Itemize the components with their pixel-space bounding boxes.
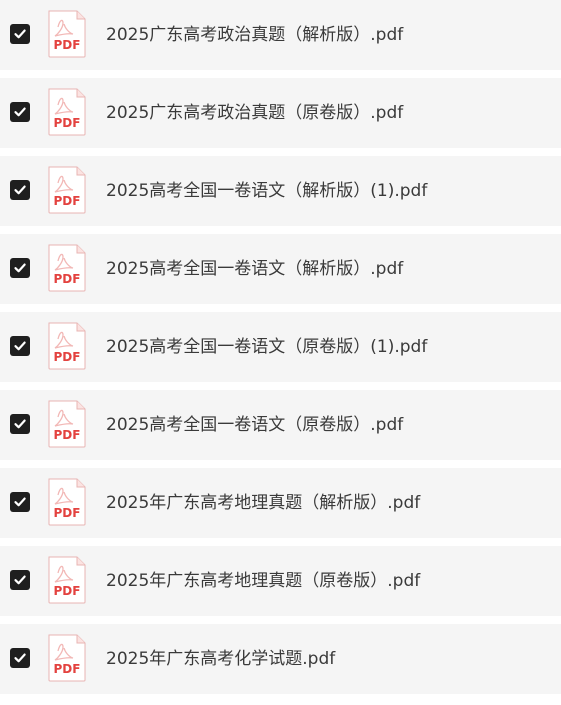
checkmark-icon — [14, 263, 26, 273]
checkmark-icon — [14, 497, 26, 507]
file-name[interactable]: 2025高考全国一卷语文（原卷版）(1).pdf — [106, 312, 427, 382]
file-row[interactable]: PDF 2025年广东高考地理真题（解析版）.pdf — [0, 468, 561, 538]
file-checkbox[interactable] — [10, 414, 30, 434]
svg-text:PDF: PDF — [54, 350, 81, 364]
file-checkbox[interactable] — [10, 180, 30, 200]
file-name[interactable]: 2025广东高考政治真题（解析版）.pdf — [106, 0, 403, 70]
file-row[interactable]: PDF 2025高考全国一卷语文（解析版）(1).pdf — [0, 156, 561, 226]
file-checkbox[interactable] — [10, 258, 30, 278]
file-checkbox[interactable] — [10, 102, 30, 122]
checkmark-icon — [14, 575, 26, 585]
file-checkbox[interactable] — [10, 492, 30, 512]
pdf-file-icon: PDF — [47, 400, 87, 448]
pdf-file-icon: PDF — [47, 478, 87, 526]
svg-text:PDF: PDF — [54, 116, 81, 130]
file-row[interactable]: PDF 2025高考全国一卷语文（原卷版）.pdf — [0, 390, 561, 460]
svg-text:PDF: PDF — [54, 194, 81, 208]
file-checkbox[interactable] — [10, 570, 30, 590]
pdf-file-icon: PDF — [47, 166, 87, 214]
checkmark-icon — [14, 653, 26, 663]
checkmark-icon — [14, 185, 26, 195]
file-name[interactable]: 2025年广东高考地理真题（解析版）.pdf — [106, 468, 420, 538]
pdf-file-icon: PDF — [47, 244, 87, 292]
file-name[interactable]: 2025广东高考政治真题（原卷版）.pdf — [106, 78, 403, 148]
pdf-file-icon: PDF — [47, 10, 87, 58]
file-checkbox[interactable] — [10, 648, 30, 668]
file-row[interactable]: PDF 2025年广东高考化学试题.pdf — [0, 624, 561, 694]
pdf-file-icon: PDF — [47, 88, 87, 136]
file-checkbox[interactable] — [10, 24, 30, 44]
svg-text:PDF: PDF — [54, 428, 81, 442]
checkmark-icon — [14, 107, 26, 117]
file-name[interactable]: 2025年广东高考地理真题（原卷版）.pdf — [106, 546, 420, 616]
svg-text:PDF: PDF — [54, 662, 81, 676]
file-row[interactable]: PDF 2025广东高考政治真题（解析版）.pdf — [0, 0, 561, 70]
pdf-file-icon: PDF — [47, 634, 87, 682]
pdf-file-icon: PDF — [47, 556, 87, 604]
file-row[interactable]: PDF 2025高考全国一卷语文（原卷版）(1).pdf — [0, 312, 561, 382]
file-name[interactable]: 2025高考全国一卷语文（解析版）(1).pdf — [106, 156, 427, 226]
svg-text:PDF: PDF — [54, 506, 81, 520]
svg-text:PDF: PDF — [54, 584, 81, 598]
svg-text:PDF: PDF — [54, 38, 81, 52]
file-list: PDF 2025广东高考政治真题（解析版）.pdf PDF 2025广东高考政治… — [0, 0, 561, 705]
file-row[interactable]: PDF 2025年广东高考地理真题（原卷版）.pdf — [0, 546, 561, 616]
file-row[interactable]: PDF 2025广东高考政治真题（原卷版）.pdf — [0, 78, 561, 148]
checkmark-icon — [14, 341, 26, 351]
file-checkbox[interactable] — [10, 336, 30, 356]
file-name[interactable]: 2025年广东高考化学试题.pdf — [106, 624, 335, 694]
file-name[interactable]: 2025高考全国一卷语文（原卷版）.pdf — [106, 390, 403, 460]
svg-text:PDF: PDF — [54, 272, 81, 286]
pdf-file-icon: PDF — [47, 322, 87, 370]
checkmark-icon — [14, 29, 26, 39]
file-name[interactable]: 2025高考全国一卷语文（解析版）.pdf — [106, 234, 403, 304]
file-row[interactable]: PDF 2025高考全国一卷语文（解析版）.pdf — [0, 234, 561, 304]
checkmark-icon — [14, 419, 26, 429]
